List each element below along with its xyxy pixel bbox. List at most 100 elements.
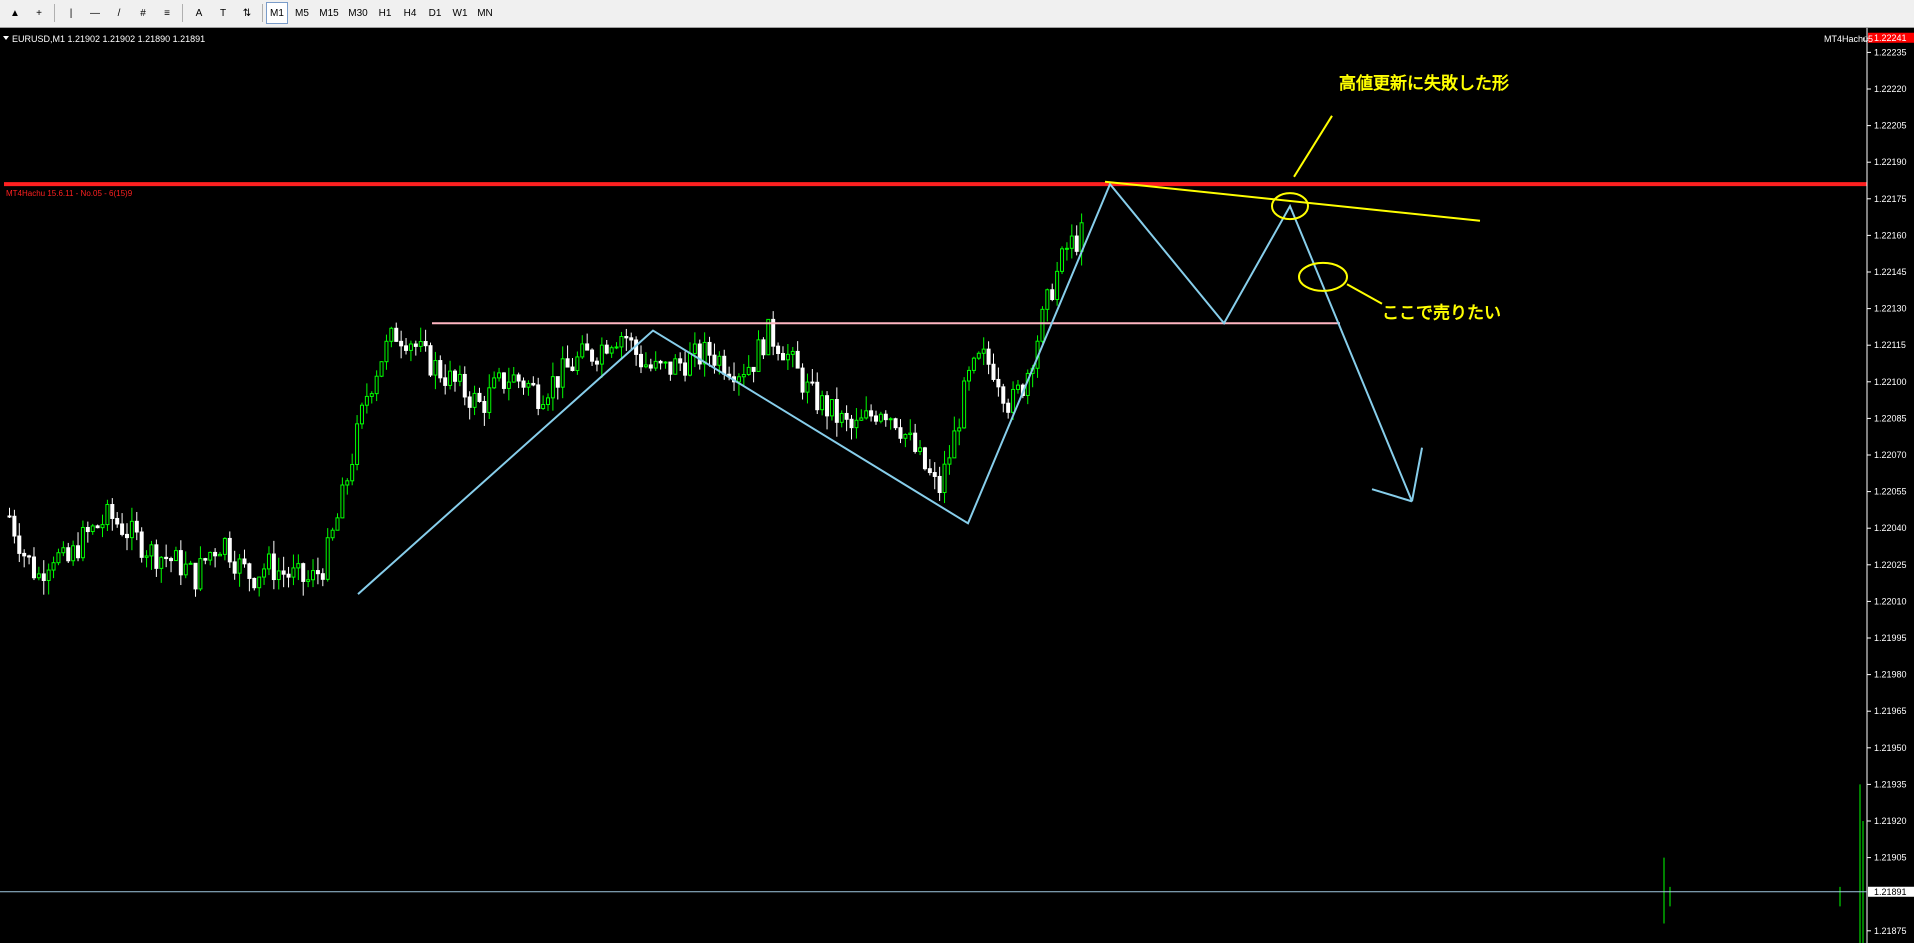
candle-bear bbox=[590, 349, 595, 362]
candle-bull bbox=[296, 563, 301, 569]
candle-bear bbox=[271, 553, 276, 581]
candle-bull bbox=[918, 447, 923, 452]
candle-bear bbox=[996, 378, 1001, 388]
text-label-icon[interactable]: T bbox=[212, 2, 234, 24]
timeframe-w1-button[interactable]: W1 bbox=[449, 2, 471, 24]
timeframe-m5-button[interactable]: M5 bbox=[291, 2, 313, 24]
candle-bull bbox=[541, 404, 546, 409]
candle-bear bbox=[85, 526, 90, 533]
candle-bear bbox=[668, 361, 673, 375]
candle-bull bbox=[741, 374, 746, 378]
timeframe-m30-button[interactable]: M30 bbox=[345, 2, 371, 24]
candle-bear bbox=[413, 343, 418, 347]
candle-bear bbox=[178, 550, 183, 576]
chart-area[interactable]: 高値更新に失敗した形ここで売りたい 1.22235 1.22220 1.22205 1… bbox=[0, 28, 1914, 943]
trendline-icon[interactable]: / bbox=[108, 2, 130, 24]
fibonacci-icon[interactable]: ≡ bbox=[156, 2, 178, 24]
arrows-icon[interactable]: ⇅ bbox=[236, 2, 258, 24]
cursor-icon[interactable]: ▲ bbox=[4, 2, 26, 24]
candle-bear bbox=[12, 515, 17, 537]
indicator-label: MT4Hachu 15.6.11 - No.05 - 6(15)9 bbox=[6, 189, 133, 198]
candle-bull bbox=[908, 432, 913, 435]
text-icon[interactable]: A bbox=[188, 2, 210, 24]
equidistant-channel-icon[interactable]: # bbox=[132, 2, 154, 24]
candle-bear bbox=[639, 353, 644, 368]
candle-bear bbox=[399, 340, 404, 347]
candle-bull bbox=[149, 544, 154, 557]
timeframe-m15-button[interactable]: M15 bbox=[316, 2, 342, 24]
candle-bear bbox=[761, 339, 766, 356]
price-tick-label: 1.21920 bbox=[1874, 816, 1907, 826]
candle-bear bbox=[898, 427, 903, 439]
candle-bull bbox=[492, 377, 497, 389]
candle-bull bbox=[335, 517, 340, 531]
candle-bear bbox=[281, 570, 286, 575]
price-tick-label: 1.21875 bbox=[1874, 926, 1907, 936]
candle-bear bbox=[825, 395, 830, 417]
timeframe-h4-button[interactable]: H4 bbox=[399, 2, 421, 24]
candle-bear bbox=[252, 577, 257, 589]
candle-bear bbox=[834, 399, 839, 423]
candle-bull bbox=[237, 558, 242, 574]
candle-bear bbox=[41, 573, 46, 581]
candle-bull bbox=[1064, 247, 1069, 250]
candle-bear bbox=[438, 360, 443, 379]
timeframe-mn-button[interactable]: MN bbox=[474, 2, 496, 24]
vertical-line-icon[interactable]: | bbox=[60, 2, 82, 24]
candle-bull bbox=[614, 346, 619, 349]
candle-bull bbox=[384, 340, 389, 363]
candle-bull bbox=[820, 395, 825, 411]
crosshair-icon[interactable]: + bbox=[28, 2, 50, 24]
price-tick-label: 1.22190 bbox=[1874, 157, 1907, 167]
candle-bull bbox=[90, 525, 95, 533]
candle-bull bbox=[159, 556, 164, 569]
candle-bear bbox=[800, 367, 805, 393]
candle-bear bbox=[193, 562, 198, 590]
candle-bear bbox=[452, 370, 457, 382]
candle-bear bbox=[110, 504, 115, 519]
candle-bull bbox=[829, 399, 834, 417]
candle-bull bbox=[981, 348, 986, 354]
candle-bull bbox=[687, 352, 692, 376]
candle-bear bbox=[301, 563, 306, 582]
candle-bull bbox=[408, 343, 413, 351]
candle-bull bbox=[790, 350, 795, 355]
candle-bull bbox=[359, 404, 364, 425]
candle-bear bbox=[404, 345, 409, 351]
price-tick-label: 1.21980 bbox=[1874, 670, 1907, 680]
candle-bear bbox=[844, 412, 849, 420]
failed-high-label: 高値更新に失敗した形 bbox=[1339, 73, 1509, 94]
candle-bull bbox=[369, 393, 374, 397]
candle-bull bbox=[311, 570, 316, 581]
candle-bear bbox=[937, 475, 942, 494]
price-tick-label: 1.22055 bbox=[1874, 487, 1907, 497]
candle-bear bbox=[1050, 289, 1055, 301]
timeframe-m1-button[interactable]: M1 bbox=[266, 2, 288, 24]
candle-bull bbox=[888, 418, 893, 421]
candle-bear bbox=[810, 381, 815, 384]
horizontal-line-icon[interactable]: — bbox=[84, 2, 106, 24]
candle-bull bbox=[673, 358, 678, 375]
timeframe-d1-button[interactable]: D1 bbox=[424, 2, 446, 24]
candle-bear bbox=[707, 341, 712, 356]
candle-bear bbox=[986, 348, 991, 365]
candle-bull bbox=[967, 369, 972, 382]
candle-bear bbox=[17, 535, 22, 554]
candle-bull bbox=[511, 374, 516, 383]
candle-bear bbox=[286, 573, 291, 578]
candle-bull bbox=[1045, 289, 1050, 310]
candle-bear bbox=[115, 517, 120, 525]
candle-bull bbox=[188, 562, 193, 565]
candle-bull bbox=[355, 423, 360, 465]
candle-bull bbox=[433, 360, 438, 376]
candle-bear bbox=[869, 410, 874, 417]
candle-bear bbox=[751, 366, 756, 372]
price-tick-label: 1.22175 bbox=[1874, 194, 1907, 204]
candle-bull bbox=[947, 457, 952, 465]
timeframe-h1-button[interactable]: H1 bbox=[374, 2, 396, 24]
candle-bear bbox=[893, 418, 898, 429]
candle-bull bbox=[448, 370, 453, 386]
candle-bear bbox=[815, 381, 820, 411]
candle-bull bbox=[389, 327, 394, 342]
candle-bear bbox=[648, 364, 653, 369]
